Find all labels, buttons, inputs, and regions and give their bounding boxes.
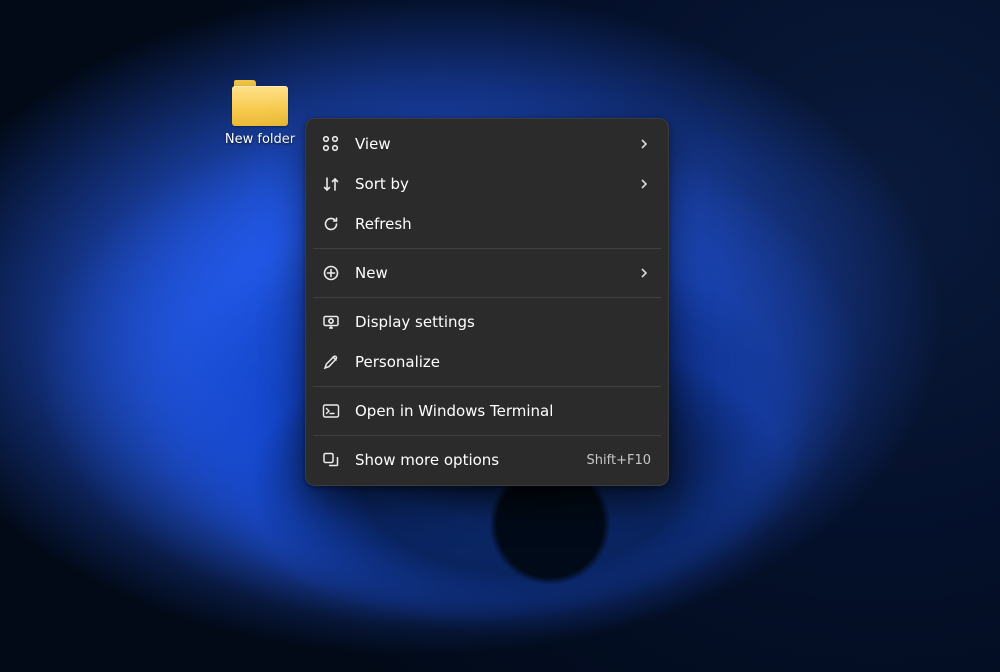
desktop-icon-new-folder[interactable]: New folder [215,80,305,147]
terminal-icon [321,401,341,421]
menu-item-show-more-options[interactable]: Show more options Shift+F10 [311,440,663,480]
folder-icon [232,80,288,126]
menu-item-refresh[interactable]: Refresh [311,204,663,244]
menu-label: Display settings [355,313,651,331]
menu-label: Personalize [355,353,651,371]
menu-item-view[interactable]: View [311,124,663,164]
menu-separator [313,435,661,436]
menu-label: View [355,135,623,153]
menu-separator [313,297,661,298]
menu-separator [313,248,661,249]
new-icon [321,263,341,283]
menu-shortcut: Shift+F10 [587,453,651,468]
menu-item-display-settings[interactable]: Display settings [311,302,663,342]
menu-label: Open in Windows Terminal [355,402,651,420]
personalize-icon [321,352,341,372]
show-more-icon [321,450,341,470]
refresh-icon [321,214,341,234]
chevron-right-icon [637,266,651,280]
menu-item-open-terminal[interactable]: Open in Windows Terminal [311,391,663,431]
desktop-icon-label: New folder [215,132,305,147]
menu-item-new[interactable]: New [311,253,663,293]
menu-label: Show more options [355,451,573,469]
menu-separator [313,386,661,387]
desktop-context-menu: View Sort by Refresh [305,118,669,486]
display-settings-icon [321,312,341,332]
chevron-right-icon [637,137,651,151]
sort-icon [321,174,341,194]
menu-item-personalize[interactable]: Personalize [311,342,663,382]
menu-label: New [355,264,623,282]
menu-item-sort-by[interactable]: Sort by [311,164,663,204]
chevron-right-icon [637,177,651,191]
menu-label: Sort by [355,175,623,193]
view-icon [321,134,341,154]
menu-label: Refresh [355,215,651,233]
